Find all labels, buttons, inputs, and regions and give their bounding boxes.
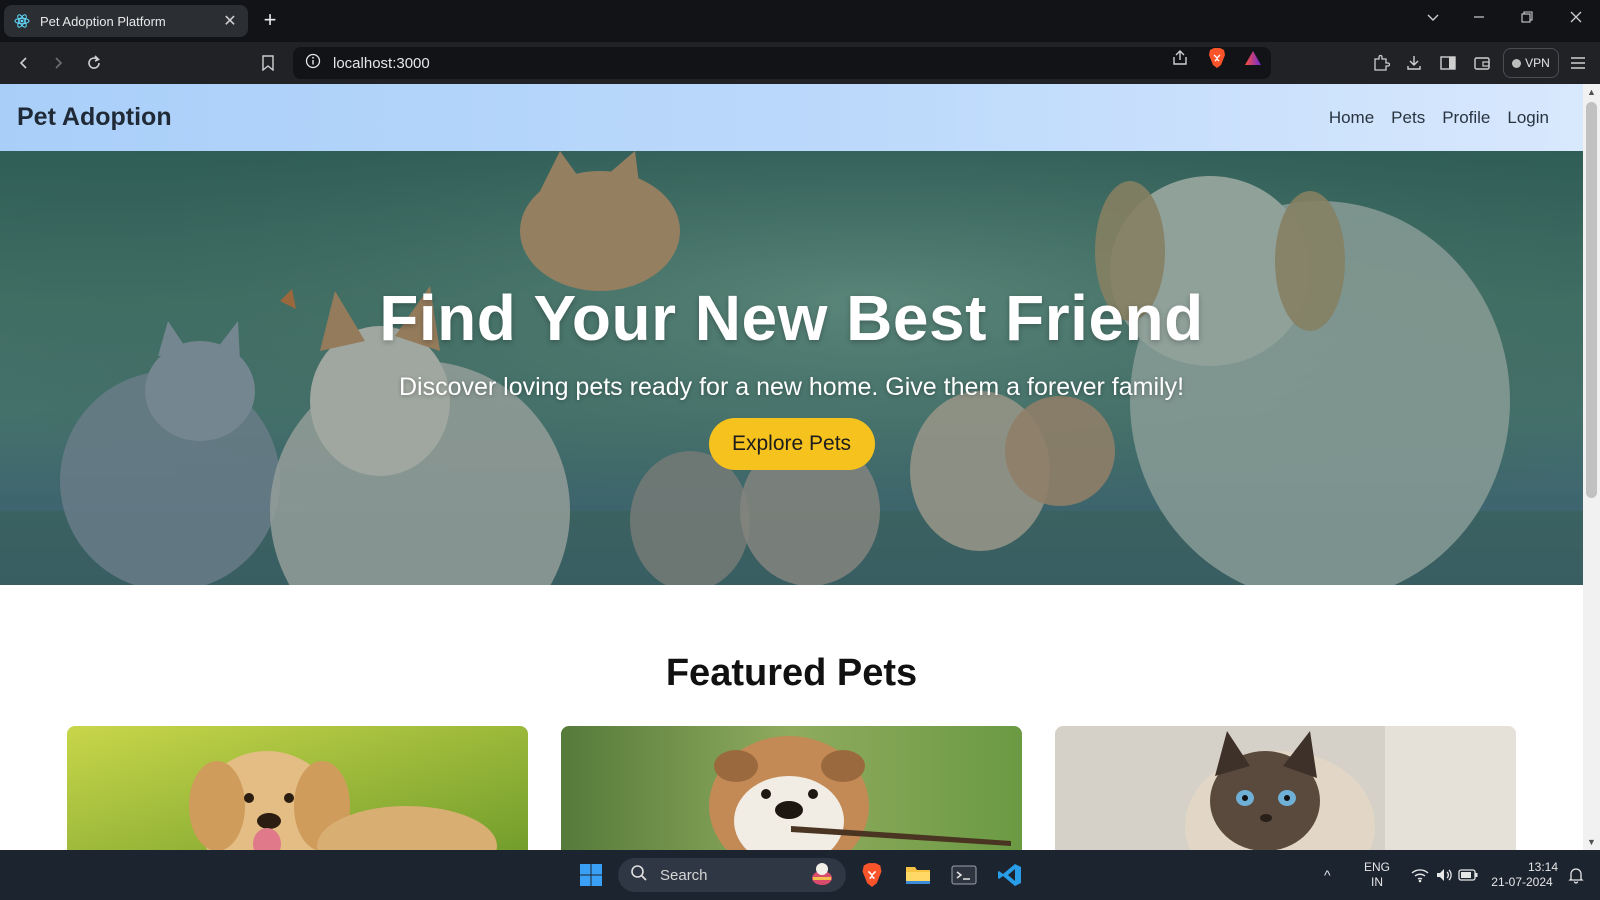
download-icon[interactable] [1402, 51, 1426, 75]
battery-icon[interactable] [1452, 859, 1484, 891]
nav-links: Home Pets Profile Login [1329, 108, 1549, 128]
menu-icon[interactable] [1566, 51, 1590, 75]
search-icon [630, 864, 648, 886]
taskbar-search[interactable]: Search [618, 858, 846, 892]
site-brand[interactable]: Pet Adoption [17, 103, 172, 132]
vpn-status-icon [1512, 58, 1522, 68]
nav-home-link[interactable]: Home [1329, 108, 1374, 128]
nav-login-link[interactable]: Login [1507, 108, 1549, 128]
hero-content: Find Your New Best Friend Discover lovin… [0, 151, 1583, 585]
pet-card-image[interactable] [1055, 726, 1516, 850]
browser-tab-bar: Pet Adoption Platform ✕ + [0, 0, 1600, 42]
brave-rewards-icon[interactable] [1243, 47, 1263, 69]
minimize-icon[interactable] [1467, 10, 1491, 32]
page-viewport: Pet Adoption Home Pets Profile Login Fin… [0, 84, 1600, 850]
vpn-button[interactable]: VPN [1503, 48, 1559, 78]
search-highlight-icon [808, 860, 838, 890]
hero-subtitle: Discover loving pets ready for a new hom… [398, 373, 1185, 401]
reload-icon[interactable] [82, 51, 106, 75]
notification-bell-icon[interactable] [1560, 859, 1592, 891]
brave-shield-icon[interactable] [1207, 47, 1227, 69]
address-url: localhost:3000 [333, 54, 430, 72]
browser-toolbar: localhost:3000 VPN [0, 42, 1600, 84]
wallet-icon[interactable] [1470, 51, 1494, 75]
vpn-label: VPN [1525, 56, 1550, 70]
featured-pets-title: Featured Pets [665, 652, 918, 694]
bulldog-photo [561, 726, 1022, 850]
page-scrollbar[interactable]: ▲ ▼ [1583, 84, 1600, 850]
tab-close-icon[interactable]: ✕ [222, 11, 238, 31]
sidebar-icon[interactable] [1436, 51, 1460, 75]
windows-start-icon[interactable] [575, 859, 607, 891]
clock-time: 13:14 [1527, 860, 1558, 874]
tab-title: Pet Adoption Platform [40, 13, 166, 29]
share-icon[interactable] [1170, 47, 1190, 69]
pet-card-image[interactable] [561, 726, 1022, 850]
vscode-icon[interactable] [994, 859, 1026, 891]
site-navbar: Pet Adoption Home Pets Profile Login [0, 84, 1583, 151]
language-line1: ENG [1363, 860, 1390, 874]
explore-pets-button[interactable]: Explore Pets [708, 418, 875, 470]
extensions-icon[interactable] [1369, 51, 1393, 75]
siamese-cat-photo [1055, 726, 1516, 850]
tray-overflow-chevron-icon[interactable]: ^ [1324, 868, 1331, 883]
bookmark-icon[interactable] [256, 51, 280, 75]
language-line2: IN [1371, 875, 1383, 889]
windows-taskbar: Search ^ ENG IN 13:14 21-07-2024 [0, 850, 1600, 900]
site-info-icon[interactable] [305, 53, 321, 74]
scrollbar-thumb[interactable] [1586, 102, 1597, 498]
scroll-up-arrow-icon[interactable]: ▲ [1583, 84, 1600, 100]
clock[interactable]: 13:14 21-07-2024 [1486, 860, 1558, 890]
hero-section: Find Your New Best Friend Discover lovin… [0, 151, 1583, 585]
forward-icon[interactable] [46, 51, 70, 75]
hero-title: Find Your New Best Friend [379, 282, 1204, 354]
new-tab-icon[interactable]: + [258, 9, 282, 33]
nav-profile-link[interactable]: Profile [1442, 108, 1490, 128]
react-icon [14, 13, 30, 29]
nav-pets-link[interactable]: Pets [1391, 108, 1425, 128]
clock-date: 21-07-2024 [1491, 875, 1553, 889]
terminal-icon[interactable] [948, 859, 980, 891]
file-explorer-icon[interactable] [902, 859, 934, 891]
taskbar-search-label: Search [660, 866, 708, 884]
golden-retriever-photo [67, 726, 528, 850]
address-bar[interactable]: localhost:3000 [293, 47, 1271, 79]
back-icon[interactable] [12, 51, 36, 75]
language-indicator[interactable]: ENG IN [1362, 860, 1392, 890]
tab-list-chevron-icon[interactable] [1421, 10, 1445, 32]
browser-tab[interactable]: Pet Adoption Platform ✕ [4, 5, 248, 37]
scroll-down-arrow-icon[interactable]: ▼ [1583, 834, 1600, 850]
brave-browser-taskbar-icon[interactable] [856, 859, 888, 891]
close-window-icon[interactable] [1564, 10, 1588, 32]
pet-card-image[interactable] [67, 726, 528, 850]
restore-icon[interactable] [1515, 10, 1539, 32]
